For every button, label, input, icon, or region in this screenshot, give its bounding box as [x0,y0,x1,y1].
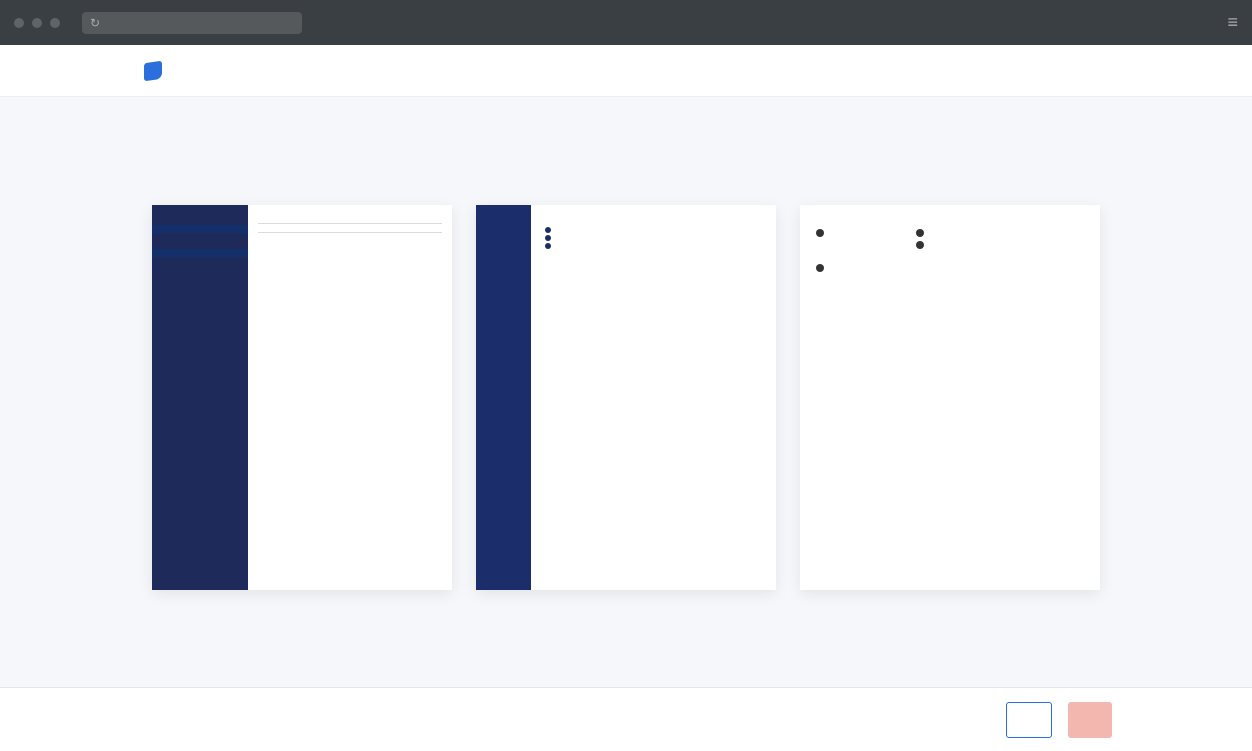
window-max-dot[interactable] [50,18,60,28]
resume-name [152,205,248,225]
template-gallery [0,175,1252,690]
skills-icon [816,264,824,272]
contact-icon [816,229,824,237]
choose-later-button[interactable] [1006,702,1052,738]
education-heading [258,230,442,233]
education-icon [916,241,924,249]
template-card-2[interactable] [476,205,776,590]
skills-heading [152,249,248,257]
logo-icon [144,60,162,81]
email-icon [545,243,551,249]
location-icon [545,227,551,233]
hero [0,97,1252,175]
browser-chrome: ↻ ≡ [0,0,1252,45]
phone-icon [545,235,551,241]
template-card-3[interactable] [800,205,1100,590]
url-bar[interactable]: ↻ [82,12,302,34]
footer-bar [0,687,1252,751]
work-heading [258,221,442,224]
choose-template-button[interactable] [1068,702,1112,738]
refresh-icon[interactable]: ↻ [90,16,100,30]
contact-heading [152,225,248,233]
logo[interactable] [140,62,162,80]
hamburger-icon[interactable]: ≡ [1227,12,1238,33]
work-icon [916,229,924,237]
template-card-1[interactable] [152,205,452,590]
window-min-dot[interactable] [32,18,42,28]
app-header [0,45,1252,97]
window-close-dot[interactable] [14,18,24,28]
